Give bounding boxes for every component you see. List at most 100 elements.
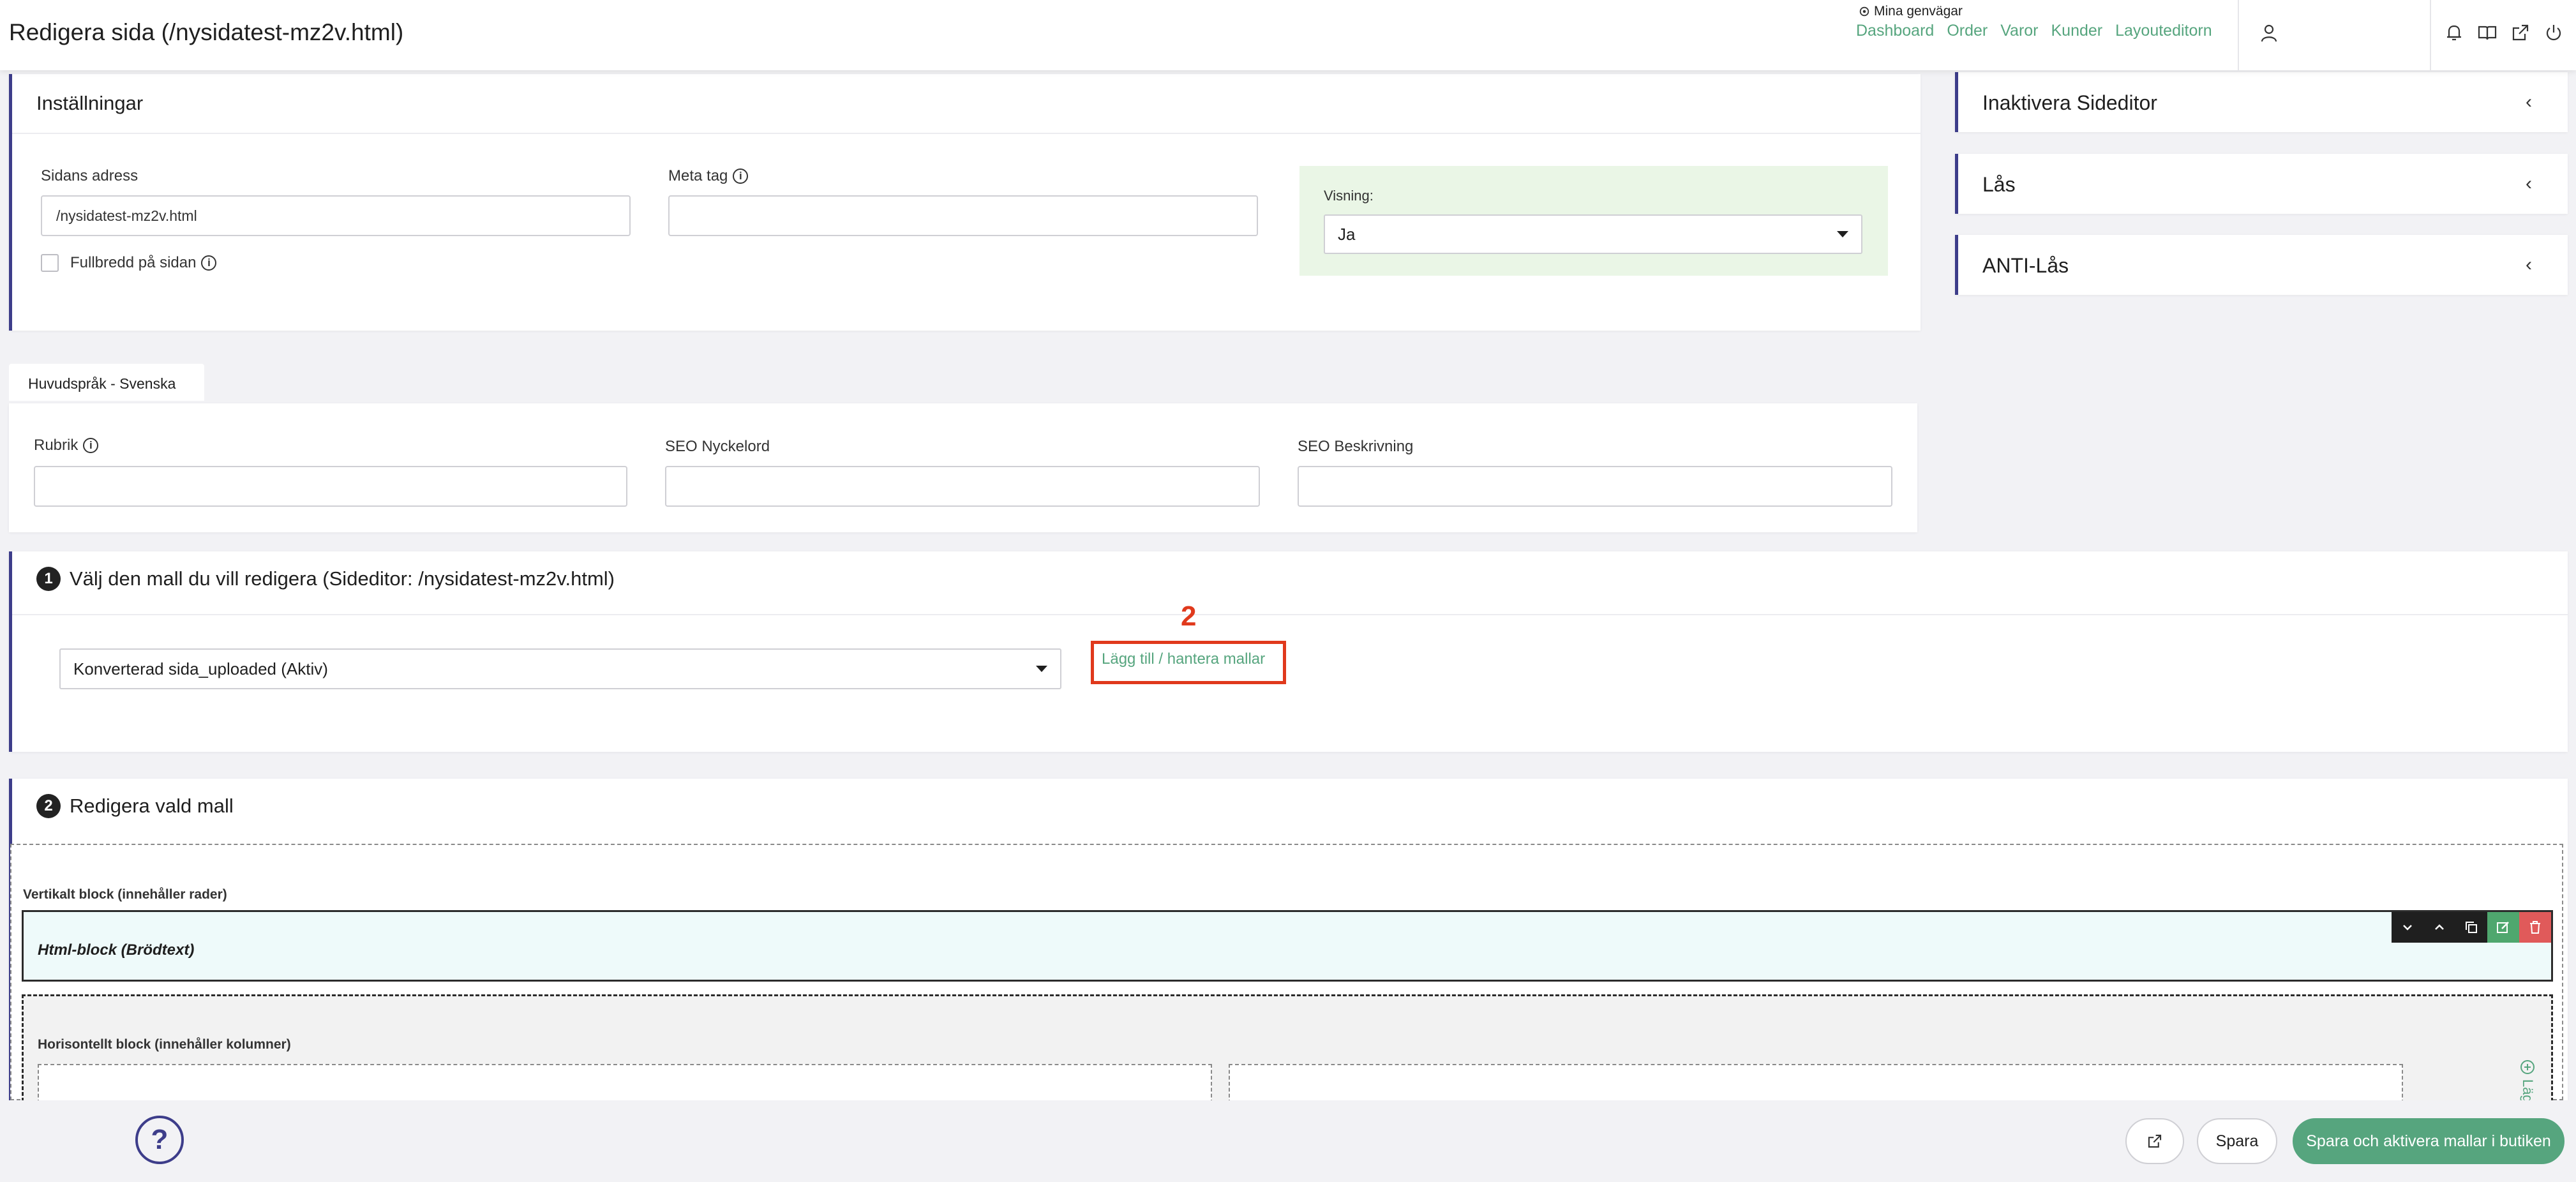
template-select-header: 1 Välj den mall du vill redigera (Sidedi… — [36, 567, 615, 591]
column-block[interactable] — [1229, 1064, 2403, 1103]
page-title: Redigera sida (/nysidatest-mz2v.html) — [9, 19, 404, 45]
shortcut-layouteditorn[interactable]: Layouteditorn — [2115, 22, 2212, 40]
visning-value: Ja — [1338, 224, 1356, 244]
add-column-label: Läg — [2520, 1079, 2536, 1103]
template-select-card: 1 Välj den mall du vill redigera (Sidedi… — [9, 551, 2568, 752]
fullwidth-label: Fullbredd på sidan — [70, 254, 197, 271]
fullwidth-row: Fullbredd på sidan i — [41, 254, 217, 272]
visning-select[interactable]: Ja — [1324, 214, 1862, 254]
chevron-left-icon: ‹ — [2526, 173, 2532, 194]
vertical-block[interactable]: Vertikalt block (innehåller rader) Html-… — [10, 844, 2563, 1103]
chevron-down-icon — [1837, 231, 1848, 237]
language-card: Rubrik i SEO Nyckelord SEO Beskrivning — [9, 403, 1917, 532]
settings-card: Inställningar Sidans adress /nysidatest-… — [9, 74, 1921, 331]
divider — [2430, 0, 2431, 70]
info-icon: i — [733, 168, 749, 184]
chevron-left-icon: ‹ — [2526, 254, 2532, 275]
seo-keywords-label-text: SEO Nyckelord — [665, 438, 770, 455]
visning-label: Visning: — [1324, 188, 1374, 204]
preview-button[interactable] — [2125, 1118, 2184, 1164]
seo-desc-label: SEO Beskrivning — [1298, 438, 1413, 456]
horizontal-block-label: Horisontellt block (innehåller kolumner) — [38, 1037, 291, 1052]
annotation-number: 2 — [1181, 601, 1197, 632]
sidebar-card-title: Lås — [1982, 173, 2016, 196]
seo-keywords-label: SEO Nyckelord — [665, 438, 770, 456]
edit-button[interactable] — [2487, 912, 2519, 943]
divider — [2238, 0, 2239, 70]
gear-icon — [1859, 6, 1869, 17]
meta-input[interactable] — [668, 195, 1258, 236]
vertical-block-label: Vertikalt block (innehåller rader) — [23, 887, 227, 902]
sidebar-card-las[interactable]: Lås ‹ — [1955, 154, 2568, 214]
bell-icon[interactable] — [2443, 22, 2465, 43]
rubrik-label-text: Rubrik — [34, 437, 79, 454]
manage-templates-link[interactable]: Lägg till / hantera mallar — [1102, 650, 1265, 668]
horizontal-block[interactable]: Horisontellt block (innehåller kolumner)… — [22, 994, 2553, 1103]
edit-template-title: Redigera vald mall — [70, 795, 234, 817]
shortcut-varor[interactable]: Varor — [2000, 22, 2038, 40]
rubrik-input[interactable] — [34, 466, 627, 507]
chevron-left-icon: ‹ — [2526, 91, 2532, 112]
address-label-text: Sidans adress — [41, 167, 139, 184]
seo-keywords-input[interactable] — [665, 466, 1260, 507]
step-badge: 1 — [36, 567, 61, 591]
html-block-label: Html-block (Brödtext) — [38, 941, 195, 959]
delete-button[interactable] — [2519, 912, 2551, 943]
chevron-down-icon — [2403, 925, 2412, 931]
move-down-button[interactable] — [2392, 912, 2423, 943]
power-icon[interactable] — [2543, 22, 2565, 43]
shortcut-kunder[interactable]: Kunder — [2051, 22, 2103, 40]
sidebar-card-anti-las[interactable]: ANTI-Lås ‹ — [1955, 235, 2568, 295]
info-icon: i — [83, 438, 99, 453]
tab-huvudsprak-label: Huvudspråk - Svenska — [28, 375, 176, 392]
fullwidth-checkbox[interactable] — [41, 254, 59, 272]
move-up-button[interactable] — [2423, 912, 2455, 943]
chevron-up-icon — [2435, 924, 2444, 930]
info-icon: i — [201, 255, 217, 271]
column-block[interactable] — [38, 1064, 1212, 1103]
plus-circle-icon — [2520, 1060, 2535, 1074]
edit-template-header: 2 Redigera vald mall — [36, 794, 234, 818]
user-icon[interactable] — [2258, 22, 2280, 44]
external-link-icon — [2148, 1134, 2162, 1148]
settings-title: Inställningar — [36, 92, 144, 114]
top-bar: Redigera sida (/nysidatest-mz2v.html) Mi… — [0, 0, 2576, 70]
copy-icon — [2466, 922, 2477, 933]
shortcut-order[interactable]: Order — [1947, 22, 1988, 40]
shortcut-links: Dashboard Order Varor Kunder Layoutedito… — [1856, 22, 2212, 40]
tab-huvudsprak[interactable]: Huvudspråk - Svenska — [9, 364, 204, 401]
trash-icon — [2530, 921, 2540, 934]
divider — [12, 614, 2568, 615]
save-button[interactable]: Spara — [2197, 1118, 2277, 1164]
chevron-down-icon — [1036, 666, 1047, 672]
book-icon[interactable] — [2476, 22, 2498, 43]
template-select-value: Konverterad sida_uploaded (Aktiv) — [73, 659, 328, 678]
visning-panel: Visning: Ja — [1299, 166, 1888, 276]
edit-icon — [2497, 922, 2509, 933]
address-input[interactable]: /nysidatest-mz2v.html — [41, 195, 631, 236]
step-badge: 2 — [36, 794, 61, 818]
help-button[interactable]: ? — [135, 1116, 184, 1164]
html-block[interactable]: Html-block (Brödtext) — [22, 910, 2553, 982]
rubrik-label: Rubrik i — [34, 437, 99, 454]
meta-label: Meta tag i — [668, 167, 749, 185]
sidebar-card-inaktivera[interactable]: Inaktivera Sideditor ‹ — [1955, 72, 2568, 132]
seo-desc-label-text: SEO Beskrivning — [1298, 438, 1414, 455]
shortcuts-title-text: Mina genvägar — [1874, 4, 1963, 19]
sidebar-card-title: ANTI-Lås — [1982, 254, 2069, 277]
seo-desc-input[interactable] — [1298, 466, 1892, 507]
duplicate-button[interactable] — [2455, 912, 2487, 943]
template-select-title: Välj den mall du vill redigera (Sidedito… — [70, 567, 615, 590]
sidebar-card-title: Inaktivera Sideditor — [1982, 91, 2157, 114]
save-activate-button[interactable]: Spara och aktivera mallar i butiken — [2293, 1118, 2565, 1164]
shortcut-dashboard[interactable]: Dashboard — [1856, 22, 1934, 40]
bottom-bar: ? Spara Spara och aktivera mallar i buti… — [0, 1100, 2576, 1182]
address-label: Sidans adress — [41, 167, 138, 185]
block-toolbar — [2392, 912, 2551, 943]
meta-label-text: Meta tag — [668, 167, 728, 184]
external-link-icon[interactable] — [2510, 22, 2531, 43]
divider — [12, 133, 1921, 134]
template-select[interactable]: Konverterad sida_uploaded (Aktiv) — [59, 648, 1061, 689]
add-column-button[interactable]: Läg — [2519, 1059, 2536, 1103]
shortcuts-title: Mina genvägar — [1859, 4, 1963, 19]
